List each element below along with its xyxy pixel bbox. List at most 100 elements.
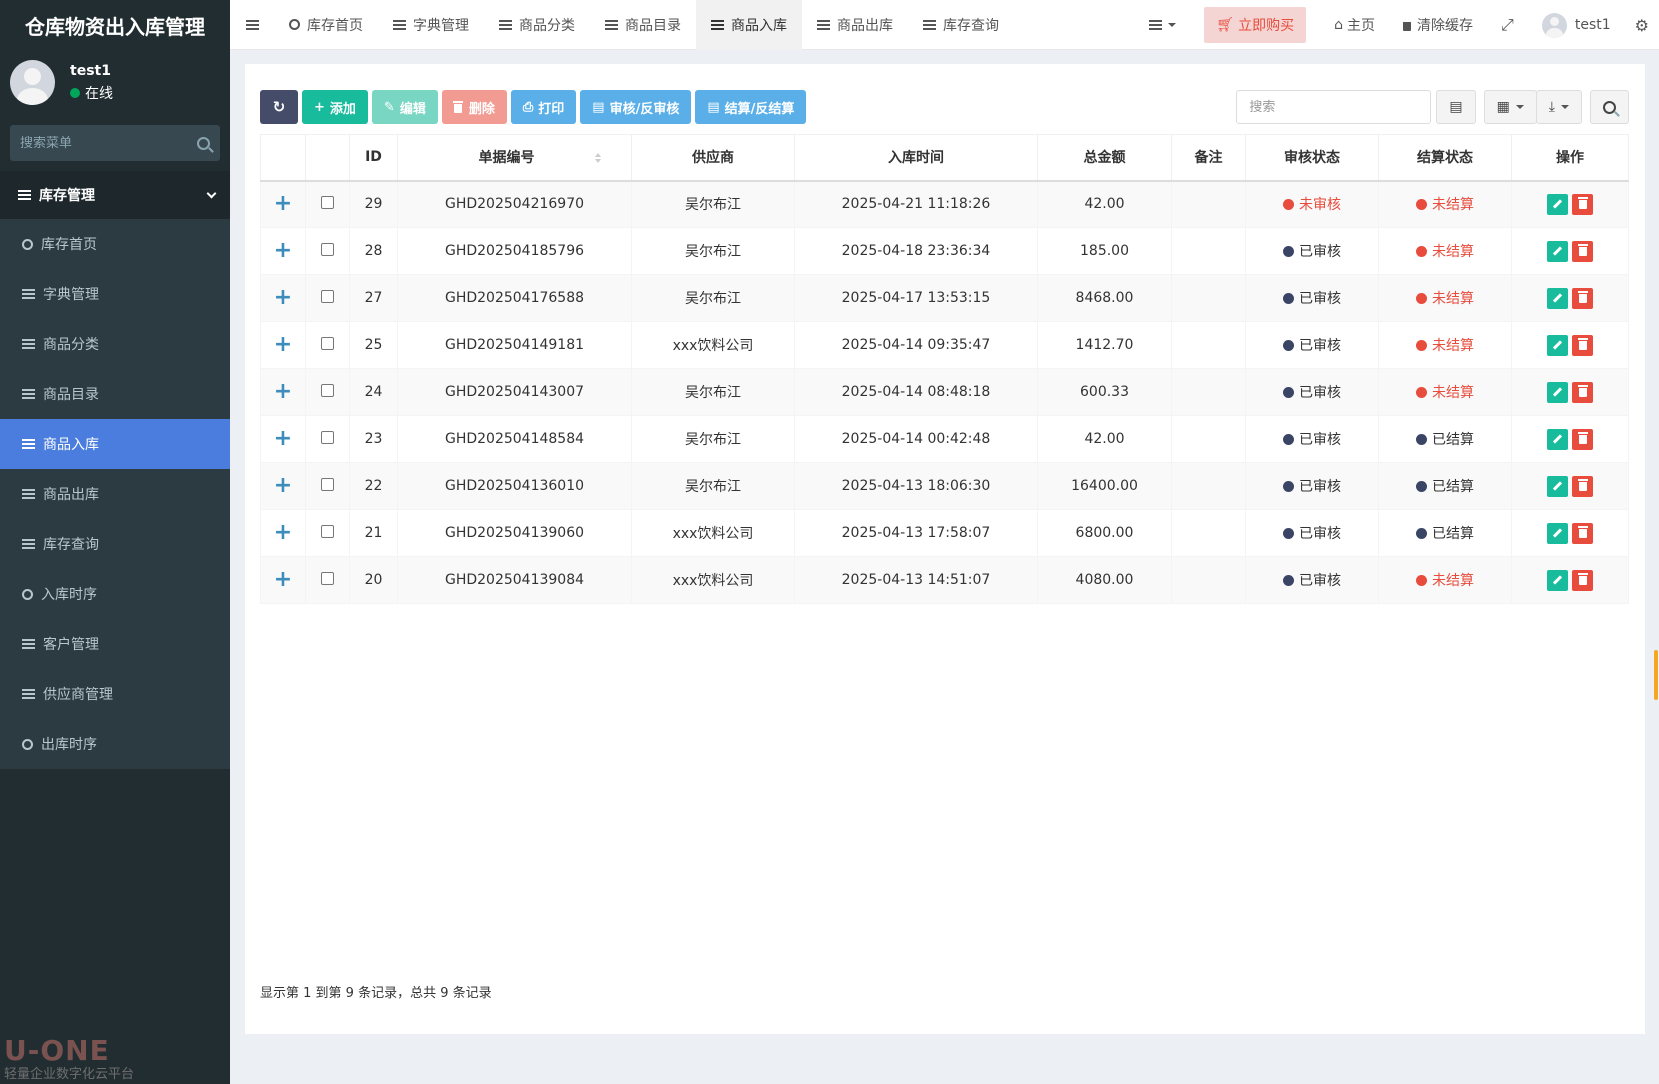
search-icon[interactable] <box>197 136 210 150</box>
plus-icon[interactable]: + <box>274 426 292 451</box>
select-cell[interactable] <box>305 274 350 322</box>
scrollbar-thumb[interactable] <box>1654 650 1658 700</box>
expand-cell[interactable]: + <box>260 509 306 557</box>
row-edit-button[interactable] <box>1547 334 1568 356</box>
select-cell[interactable] <box>305 227 350 275</box>
expand-cell[interactable]: + <box>260 274 306 322</box>
tab-1[interactable]: 字典管理 <box>378 0 484 50</box>
expand-cell[interactable]: + <box>260 415 306 463</box>
row-delete-button[interactable] <box>1572 381 1593 403</box>
audit-button[interactable]: ▤ 审核/反审核 <box>580 90 692 124</box>
expand-cell[interactable]: + <box>260 180 306 228</box>
delete-button[interactable]: 删除 <box>441 90 507 124</box>
advanced-search-button[interactable] <box>1590 90 1629 124</box>
sidebar-group-inventory[interactable]: 库存管理 <box>0 171 230 219</box>
buy-now-button[interactable]: 🛒︎ 立即购买 <box>1204 7 1307 43</box>
plus-icon[interactable]: + <box>274 379 292 404</box>
sidebar-item-7[interactable]: 入库时序 <box>0 569 230 619</box>
row-checkbox[interactable] <box>321 524 334 538</box>
col-settle[interactable]: 结算状态 <box>1378 134 1512 182</box>
select-cell[interactable] <box>305 180 350 228</box>
table-search-input[interactable] <box>1236 90 1432 124</box>
table-row[interactable]: +21 GHD202504139060 xxx饮料公司 2025-04-13 17:5… <box>260 509 1629 557</box>
row-checkbox[interactable] <box>321 242 334 256</box>
sidebar-item-10[interactable]: 出库时序 <box>0 719 230 769</box>
plus-icon[interactable]: + <box>274 285 292 310</box>
plus-icon[interactable]: + <box>274 238 292 263</box>
row-checkbox[interactable] <box>321 289 334 303</box>
sidebar-toggle-button[interactable] <box>230 0 274 50</box>
row-checkbox[interactable] <box>321 383 334 397</box>
row-checkbox[interactable] <box>321 336 334 350</box>
select-cell[interactable] <box>305 462 350 510</box>
tab-4[interactable]: 商品入库 <box>696 0 802 50</box>
sidebar-item-4[interactable]: 商品入库 <box>0 419 230 469</box>
col-supplier[interactable]: 供应商 <box>631 134 795 182</box>
edit-button[interactable]: ✎ 编辑 <box>371 90 438 124</box>
expand-cell[interactable]: + <box>260 462 306 510</box>
row-edit-button[interactable] <box>1547 381 1568 403</box>
table-row[interactable]: +23 GHD202504148584 吴尔布江 2025-04-14 00:42:4… <box>260 415 1629 463</box>
plus-icon[interactable]: + <box>274 520 292 545</box>
more-menu-button[interactable] <box>1135 0 1190 50</box>
table-row[interactable]: +22 GHD202504136010 吴尔布江 2025-04-13 18:06:3… <box>260 462 1629 510</box>
sidebar-item-8[interactable]: 客户管理 <box>0 619 230 669</box>
expand-cell[interactable]: + <box>260 556 306 604</box>
expand-cell[interactable]: + <box>260 368 306 416</box>
select-cell[interactable] <box>305 368 350 416</box>
plus-icon[interactable]: + <box>274 473 292 498</box>
plus-icon[interactable]: + <box>274 191 292 216</box>
refresh-button[interactable]: ↻ <box>260 90 298 124</box>
select-cell[interactable] <box>305 556 350 604</box>
tab-2[interactable]: 商品分类 <box>484 0 590 50</box>
fullscreen-button[interactable]: ⤢ <box>1487 0 1528 50</box>
export-button[interactable]: ⤓ <box>1535 90 1582 124</box>
row-checkbox[interactable] <box>321 477 334 491</box>
row-checkbox[interactable] <box>321 430 334 444</box>
sidebar-item-5[interactable]: 商品出库 <box>0 469 230 519</box>
sidebar-item-6[interactable]: 库存查询 <box>0 519 230 569</box>
table-row[interactable]: +29 GHD202504216970 吴尔布江 2025-04-21 11:18:2… <box>260 180 1629 228</box>
row-delete-button[interactable] <box>1572 193 1593 215</box>
sidebar-item-2[interactable]: 商品分类 <box>0 319 230 369</box>
col-remark[interactable]: 备注 <box>1171 134 1246 182</box>
print-button[interactable]: ⎙ 打印 <box>510 90 577 124</box>
select-cell[interactable] <box>305 321 350 369</box>
add-button[interactable]: + 添加 <box>302 90 368 124</box>
settle-button[interactable]: ▤ 结算/反结算 <box>695 90 807 124</box>
col-time[interactable]: 入库时间 <box>794 134 1038 182</box>
tab-6[interactable]: 库存查询 <box>908 0 1014 50</box>
expand-cell[interactable]: + <box>260 227 306 275</box>
row-edit-button[interactable] <box>1547 428 1568 450</box>
table-row[interactable]: +24 GHD202504143007 吴尔布江 2025-04-14 08:48:1… <box>260 368 1629 416</box>
sidebar-search-input[interactable] <box>20 135 180 151</box>
row-edit-button[interactable] <box>1547 193 1568 215</box>
user-menu[interactable]: test1 <box>1528 0 1625 50</box>
row-edit-button[interactable] <box>1547 522 1568 544</box>
sidebar-item-1[interactable]: 字典管理 <box>0 269 230 319</box>
toggle-view-button[interactable]: ▤ <box>1436 90 1476 124</box>
tab-0[interactable]: 库存首页 <box>274 0 378 50</box>
row-delete-button[interactable] <box>1572 522 1593 544</box>
columns-button[interactable]: ▦ <box>1483 90 1537 124</box>
select-cell[interactable] <box>305 509 350 557</box>
table-row[interactable]: +25 GHD202504149181 xxx饮料公司 2025-04-14 09:3… <box>260 321 1629 369</box>
settings-button[interactable]: ⚙ <box>1625 0 1659 50</box>
row-edit-button[interactable] <box>1547 287 1568 309</box>
table-row[interactable]: +27 GHD202504176588 吴尔布江 2025-04-17 13:53:1… <box>260 274 1629 322</box>
row-delete-button[interactable] <box>1572 334 1593 356</box>
row-edit-button[interactable] <box>1547 475 1568 497</box>
col-amount[interactable]: 总金额 <box>1037 134 1172 182</box>
col-id[interactable]: ID <box>349 134 398 182</box>
plus-icon[interactable]: + <box>274 567 292 592</box>
row-delete-button[interactable] <box>1572 287 1593 309</box>
row-edit-button[interactable] <box>1547 240 1568 262</box>
row-checkbox[interactable] <box>321 571 334 585</box>
row-delete-button[interactable] <box>1572 428 1593 450</box>
row-delete-button[interactable] <box>1572 569 1593 591</box>
sidebar-item-3[interactable]: 商品目录 <box>0 369 230 419</box>
clear-cache-button[interactable]: 清除缓存 <box>1389 0 1487 50</box>
row-edit-button[interactable] <box>1547 569 1568 591</box>
plus-icon[interactable]: + <box>274 332 292 357</box>
col-audit[interactable]: 审核状态 <box>1245 134 1379 182</box>
